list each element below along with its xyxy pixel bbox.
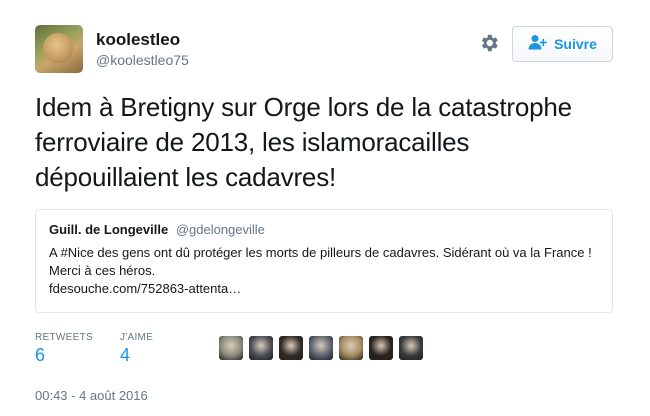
follow-person-plus-icon — [528, 34, 548, 55]
liker-avatar-5-icon[interactable] — [339, 336, 363, 360]
quoted-tweet-link[interactable]: fdesouche.com/752863-attenta… — [49, 280, 599, 298]
liker-avatar-7-icon[interactable] — [399, 336, 423, 360]
liker-avatar-2-icon[interactable] — [249, 336, 273, 360]
liker-avatar-1-icon[interactable] — [219, 336, 243, 360]
quoted-tweet-header: Guill. de Longeville @gdelongeville — [49, 222, 599, 238]
quoted-author-name: Guill. de Longeville — [49, 222, 169, 237]
liker-avatar-3-icon[interactable] — [279, 336, 303, 360]
liker-avatar-6-icon[interactable] — [369, 336, 393, 360]
likes-label: J'AIME — [120, 332, 154, 343]
tweet-text: Idem à Bretigny sur Orge lors de la cata… — [35, 92, 572, 192]
quoted-tweet-text: A #Nice des gens ont dû protéger les mor… — [49, 245, 592, 278]
retweets-count[interactable]: 6 — [35, 345, 45, 366]
user-name[interactable]: koolestleo — [96, 30, 180, 50]
lion-cub-avatar-icon — [43, 33, 73, 63]
quoted-author-handle: @gdelongeville — [175, 222, 265, 237]
retweets-label: RETWEETS — [35, 332, 93, 343]
follow-button-label: Suivre — [554, 36, 597, 52]
user-handle[interactable]: @koolestleo75 — [96, 52, 189, 68]
gear-icon[interactable] — [478, 32, 500, 54]
user-avatar[interactable] — [35, 25, 83, 73]
tweet-timestamp[interactable]: 00:43 - 4 août 2016 — [35, 388, 148, 403]
quoted-tweet[interactable]: Guill. de Longeville @gdelongeville A #N… — [35, 209, 613, 313]
likers-avatar-list — [219, 336, 423, 360]
likes-count[interactable]: 4 — [120, 345, 130, 366]
follow-button[interactable]: Suivre — [512, 26, 613, 62]
liker-avatar-4-icon[interactable] — [309, 336, 333, 360]
